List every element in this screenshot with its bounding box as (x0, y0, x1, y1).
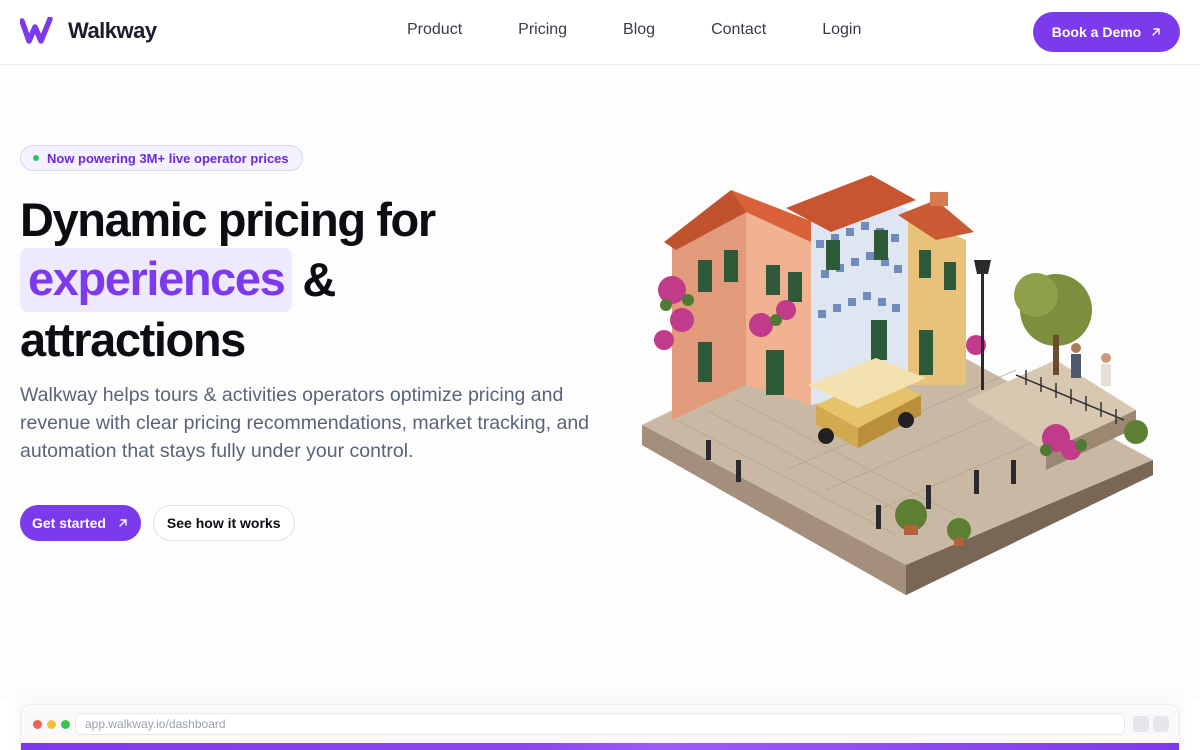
arrow-up-right-icon (119, 519, 127, 527)
book-demo-label: Book a Demo (1051, 24, 1142, 40)
headline-line-1: Dynamic pricing for (20, 193, 436, 246)
toolbar-button-icon (1153, 716, 1169, 732)
headline-ampersand: & (302, 253, 336, 306)
hero-illustration (642, 175, 1153, 595)
window-controls (33, 720, 70, 729)
walkway-logo-icon (20, 17, 53, 44)
live-dot-icon (33, 155, 39, 161)
headline-highlight: experiences (20, 248, 293, 312)
hero-headline: Dynamic pricing for experiences & attrac… (20, 190, 580, 370)
hero-subtext: Walkway helps tours & activities operato… (20, 384, 590, 462)
see-how-it-works-button[interactable]: See how it works (152, 505, 295, 541)
see-how-label: See how it works (166, 515, 281, 531)
arrow-up-right-icon (1152, 28, 1160, 36)
book-demo-button[interactable]: Book a Demo (1033, 12, 1180, 52)
dashboard-header-strip (21, 743, 1179, 750)
url-bar: app.walkway.io/dashboard (75, 713, 1125, 735)
nav-blog[interactable]: Blog (623, 21, 655, 39)
close-dot-icon (33, 720, 42, 729)
nav-product[interactable]: Product (407, 21, 462, 39)
headline-line-3: attractions (20, 313, 246, 366)
get-started-label: Get started (32, 515, 106, 531)
main-nav: Product Pricing Blog Contact Login (407, 21, 861, 39)
nav-contact[interactable]: Contact (711, 21, 766, 39)
logo[interactable]: Walkway (20, 17, 157, 45)
nav-login[interactable]: Login (822, 21, 861, 39)
maximize-dot-icon (61, 720, 70, 729)
nav-pricing[interactable]: Pricing (518, 21, 567, 39)
site-header: Walkway Product Pricing Blog Contact Log… (0, 0, 1200, 65)
badge-text: Now powering 3M+ live operator prices (47, 150, 289, 166)
status-badge: Now powering 3M+ live operator prices (20, 145, 303, 171)
dashboard-preview-window: app.walkway.io/dashboard (20, 704, 1180, 750)
minimize-dot-icon (47, 720, 56, 729)
get-started-button[interactable]: Get started (20, 505, 141, 541)
headline-line-2: experiences & (20, 248, 580, 312)
hero-cta-row: Get started See how it works (20, 505, 295, 541)
logo-text: Walkway (68, 18, 157, 43)
toolbar-button-icon (1133, 716, 1149, 732)
